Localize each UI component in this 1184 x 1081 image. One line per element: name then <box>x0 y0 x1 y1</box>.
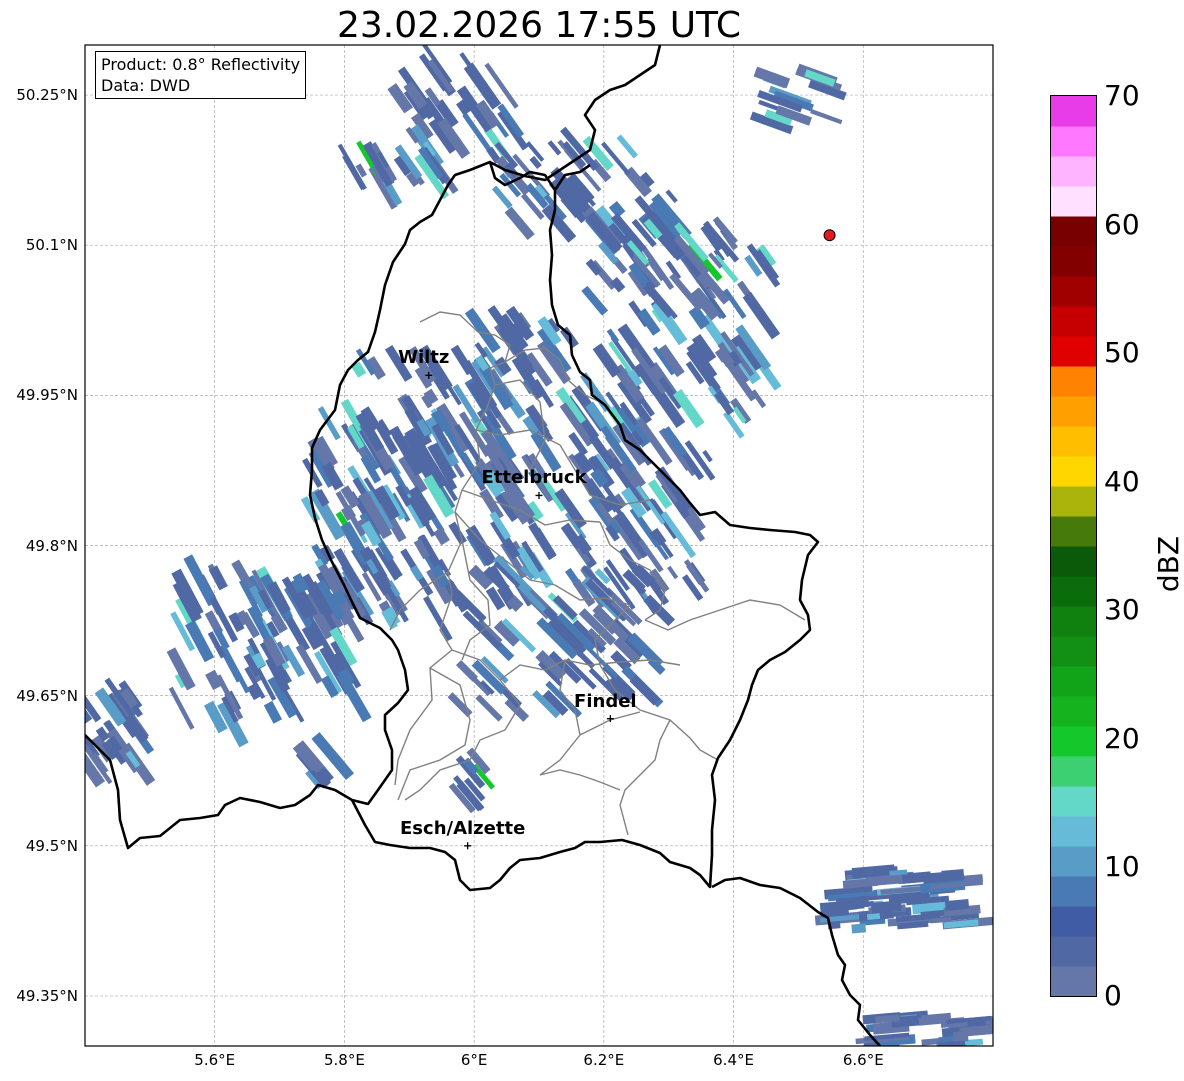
echo-cell <box>667 565 679 580</box>
lat-tick-label: 49.65°N <box>16 686 78 705</box>
echo-cell <box>866 913 881 921</box>
colorbar-segment <box>1051 516 1096 547</box>
colorbar-segment <box>1051 576 1096 607</box>
colorbar-segment <box>1051 186 1096 217</box>
colorbar-segment <box>1051 756 1096 787</box>
lat-tick-label: 49.95°N <box>16 386 78 405</box>
lon-tick-label: 6.4°E <box>713 1051 754 1069</box>
colorbar-segment <box>1051 486 1096 517</box>
colorbar-segment <box>1051 456 1096 487</box>
colorbar-tick-label: 70 <box>1104 79 1140 112</box>
echo-cell <box>592 343 622 378</box>
colorbar-tick-label: 0 <box>1104 979 1122 1012</box>
colorbar-segment <box>1051 396 1096 427</box>
colorbar-tick-label: 30 <box>1104 593 1140 627</box>
echo-cell <box>208 565 228 591</box>
colorbar-segment <box>1051 966 1096 997</box>
colorbar-segment <box>1051 216 1096 247</box>
echo-cell <box>423 595 453 642</box>
colorbar-tick-label: 60 <box>1104 207 1140 241</box>
product-info-box: Product: 0.8° Reflectivity Data: DWD <box>95 51 307 99</box>
colorbar-label: dBZ <box>1152 535 1184 593</box>
colorbar-segment <box>1051 876 1096 907</box>
echo-cell <box>616 134 638 159</box>
lon-tick-label: 5.6°E <box>194 1051 236 1069</box>
colorbar-tick-label: 20 <box>1104 721 1140 755</box>
echo-cell <box>851 923 867 934</box>
lat-tick-label: 50.25°N <box>16 86 78 105</box>
colorbar-segment <box>1051 546 1096 577</box>
echo-cell <box>810 109 843 125</box>
colorbar-tick-label: 50 <box>1104 336 1140 370</box>
echo-cell <box>504 206 535 241</box>
colorbar-segment <box>1051 696 1096 727</box>
colorbar-segment <box>1051 816 1096 847</box>
echo-cell <box>944 899 970 911</box>
lon-tick-label: 6°E <box>460 1051 488 1069</box>
colorbar-segment <box>1051 726 1096 757</box>
colorbar <box>1050 95 1097 997</box>
echo-cell <box>665 189 678 204</box>
colorbar-segment <box>1051 306 1096 337</box>
echo-cell <box>168 686 195 730</box>
lat-tick-label: 49.8°N <box>25 536 78 555</box>
lon-tick-label: 6.6°E <box>842 1051 884 1069</box>
city-label: Ettelbruck <box>481 467 587 489</box>
lon-tick-label: 6.2°E <box>583 1051 625 1069</box>
echo-cell <box>941 868 965 881</box>
echo-cell <box>317 406 341 441</box>
colorbar-segment <box>1051 636 1096 667</box>
echo-cell <box>753 66 791 89</box>
radar-site-marker <box>823 229 836 242</box>
lat-tick-label: 49.35°N <box>16 986 78 1005</box>
echo-cell <box>742 291 781 340</box>
lat-tick-label: 49.5°N <box>25 836 78 855</box>
colorbar-segment <box>1051 786 1096 817</box>
echo-cell <box>295 643 323 684</box>
colorbar-segment <box>1051 126 1096 157</box>
echo-cell <box>491 185 513 209</box>
colorbar-segment <box>1051 846 1096 877</box>
product-line: Product: 0.8° Reflectivity <box>101 55 301 74</box>
colorbar-segment <box>1051 606 1096 637</box>
city-label: Findel <box>574 690 637 712</box>
colorbar-segment <box>1051 246 1096 277</box>
colorbar-segment <box>1051 366 1096 397</box>
colorbar-segment <box>1051 906 1096 937</box>
colorbar-segment <box>1051 426 1096 457</box>
echo-cell <box>702 449 713 463</box>
echo-cell <box>610 276 626 293</box>
echo-cell <box>433 527 450 546</box>
city-label: Esch/Alzette <box>400 817 526 839</box>
echo-cell <box>723 288 747 319</box>
colorbar-segment <box>1051 156 1096 187</box>
reflectivity-echoes <box>85 45 993 1046</box>
colorbar-segment <box>1051 336 1096 367</box>
city-marker <box>535 491 543 499</box>
colorbar-tick-label: 10 <box>1104 850 1140 884</box>
colorbar-segment <box>1051 276 1096 307</box>
echo-cell <box>427 59 454 93</box>
city-marker <box>464 842 472 850</box>
lat-tick-label: 50.1°N <box>25 236 78 255</box>
radar-map <box>84 44 994 1047</box>
colorbar-segment <box>1051 936 1096 967</box>
colorbar-tick-label: 40 <box>1104 464 1140 498</box>
colorbar-segment <box>1051 96 1096 127</box>
echo-cell <box>475 694 503 722</box>
city-label: Wiltz <box>398 347 450 369</box>
lon-tick-label: 5.8°E <box>324 1051 365 1069</box>
data-source-line: Data: DWD <box>101 76 191 95</box>
echo-cell <box>952 1030 968 1042</box>
echo-cell <box>263 700 282 724</box>
colorbar-segment <box>1051 666 1096 697</box>
